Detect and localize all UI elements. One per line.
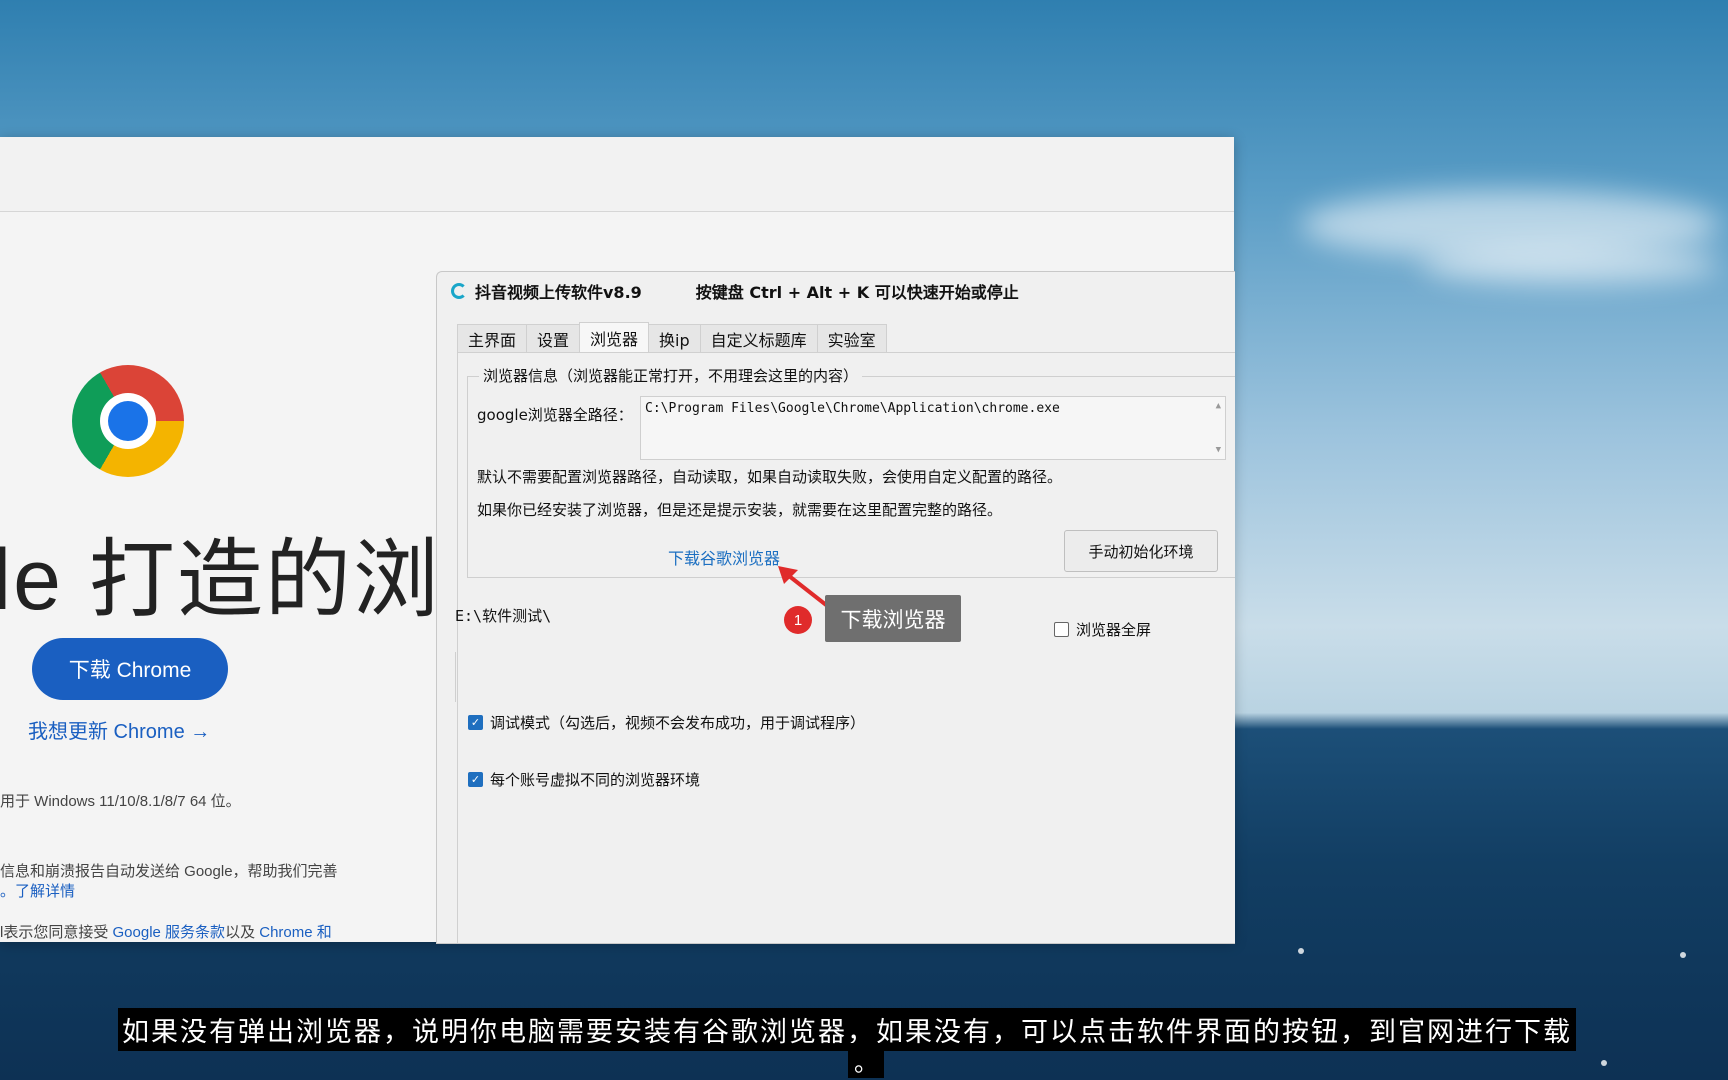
debug-mode-label: 调试模式（勾选后，视频不会发布成功，用于调试程序）	[490, 714, 866, 732]
chrome-logo-icon	[72, 365, 184, 477]
tab-change-ip[interactable]: 换ip	[648, 324, 701, 352]
path-label: google浏览器全路径：	[477, 406, 633, 424]
download-chrome-link[interactable]: 下载谷歌浏览器	[668, 545, 780, 569]
divider	[455, 652, 456, 702]
checkbox-icon[interactable]	[1054, 622, 1069, 637]
fullscreen-checkbox[interactable]: 浏览器全屏	[1054, 619, 1151, 640]
water-sparkle	[1298, 948, 1304, 954]
sky-cloud	[1420, 245, 1720, 285]
virtual-env-label: 每个账号虚拟不同的浏览器环境	[490, 771, 701, 789]
report-note: 信息和崩溃报告自动发送给 Google，帮助我们完善	[0, 863, 338, 880]
info-line-2: 如果你已经安装了浏览器，但是还是提示安装，就需要在这里配置完整的路径。	[477, 501, 1003, 519]
annotation-tooltip: 下载浏览器	[825, 595, 961, 642]
water-sparkle	[1680, 952, 1686, 958]
terms-note: l表示您同意接受 Google 服务条款以及 Chrome 和	[0, 924, 332, 941]
scroll-up-icon[interactable]: ▲	[1216, 401, 1221, 411]
manual-init-button[interactable]: 手动初始化环境	[1064, 530, 1218, 572]
tab-bar: 主界面 设置 浏览器 换ip 自定义标题库 实验室	[457, 322, 887, 352]
update-chrome-link[interactable]: 我想更新 Chrome →	[28, 715, 210, 744]
tab-main[interactable]: 主界面	[457, 324, 528, 352]
subtitle-line-2: 。	[848, 1043, 884, 1078]
step-badge: 1	[784, 606, 812, 634]
debug-mode-checkbox[interactable]: ✓ 调试模式（勾选后，视频不会发布成功，用于调试程序）	[468, 712, 865, 733]
fullscreen-label: 浏览器全屏	[1076, 621, 1152, 639]
scroll-down-icon[interactable]: ▼	[1216, 445, 1221, 455]
terms-link[interactable]: Google 服务条款	[113, 924, 226, 941]
chrome-path-field[interactable]: C:\Program Files\Google\Chrome\Applicati…	[640, 396, 1226, 460]
group-title: 浏览器信息（浏览器能正常打开，不用理会这里的内容）	[479, 365, 863, 386]
browser-toolbar	[0, 137, 1234, 212]
app-logo-icon	[451, 283, 467, 299]
hotkey-hint: 按键盘 Ctrl + Alt + K 可以快速开始或停止	[695, 283, 1019, 302]
tab-browser[interactable]: 浏览器	[579, 322, 650, 352]
download-chrome-button[interactable]: 下载 Chrome	[32, 638, 228, 700]
tab-settings[interactable]: 设置	[526, 324, 581, 352]
folder-path: E:\软件测试\	[455, 607, 552, 625]
app-title: 抖音视频上传软件v8.9	[475, 283, 642, 302]
subtitle-line-1: 如果没有弹出浏览器，说明你电脑需要安装有谷歌浏览器，如果没有，可以点击软件界面的…	[118, 1008, 1576, 1051]
app-title-bar: 抖音视频上传软件v8.9 按键盘 Ctrl + Alt + K 可以快速开始或停…	[437, 272, 1235, 310]
tab-custom-titles[interactable]: 自定义标题库	[699, 324, 818, 352]
check-icon[interactable]: ✓	[468, 772, 483, 787]
tab-lab[interactable]: 实验室	[816, 324, 887, 352]
chrome-terms-link[interactable]: Chrome 和	[259, 924, 332, 941]
learn-more-link[interactable]: 。了解详情	[0, 880, 75, 901]
os-note: 用于 Windows 11/10/8.1/8/7 64 位。	[0, 793, 241, 810]
check-icon[interactable]: ✓	[468, 715, 483, 730]
water-sparkle	[1601, 1060, 1607, 1066]
virtual-env-checkbox[interactable]: ✓ 每个账号虚拟不同的浏览器环境	[468, 769, 700, 790]
info-line-1: 默认不需要配置浏览器路径，自动读取，如果自动读取失败，会使用自定义配置的路径。	[477, 468, 1063, 486]
